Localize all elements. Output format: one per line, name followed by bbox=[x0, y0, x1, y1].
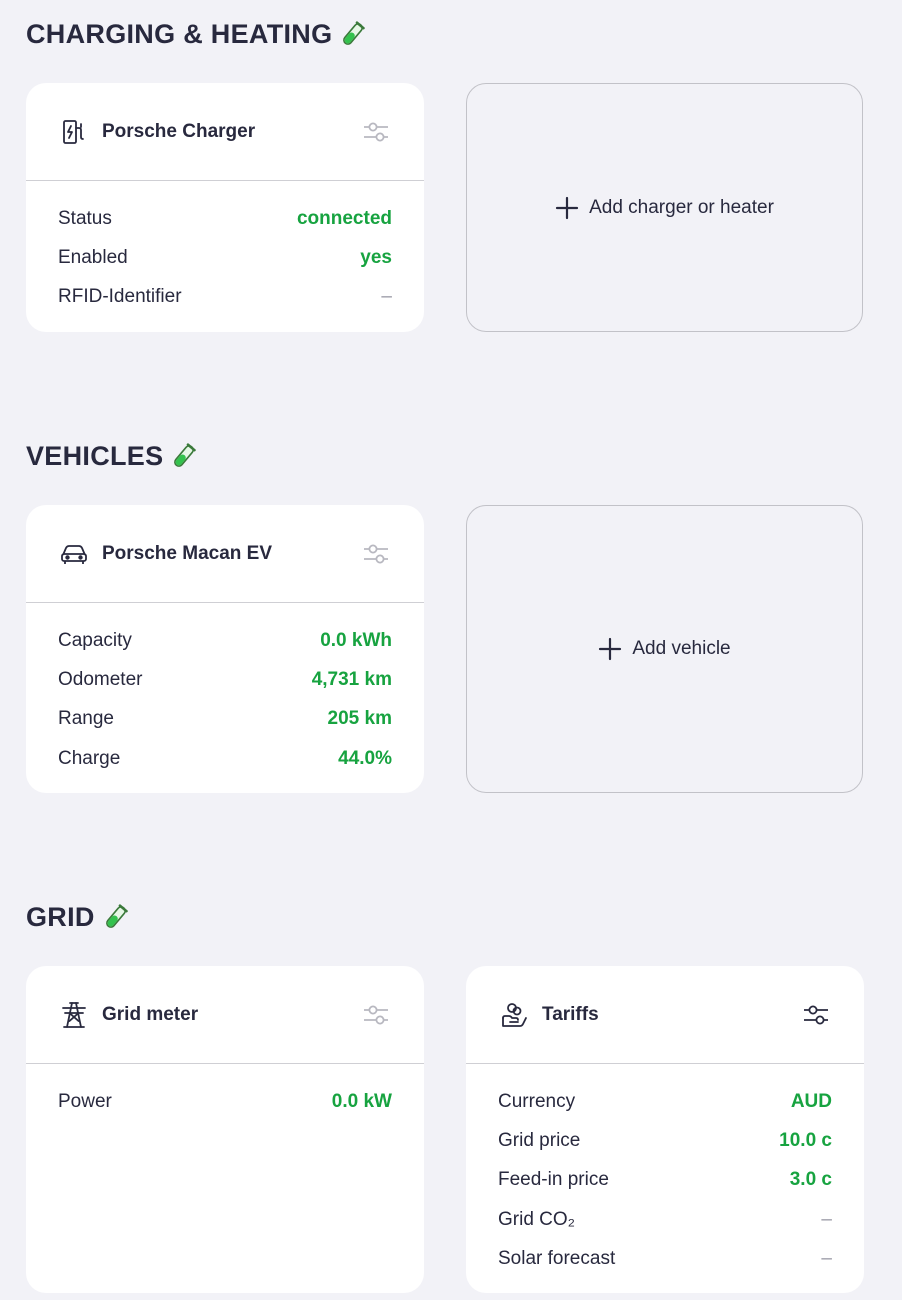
hand-coins-icon bbox=[500, 1001, 528, 1029]
row-label: Grid price bbox=[498, 1129, 581, 1151]
capacity-row: Capacity 0.0 kWh bbox=[58, 621, 392, 660]
card-header: Tariffs bbox=[466, 966, 864, 1064]
vehicle-card: Porsche Macan EV Capacity 0.0 kWh Odomet… bbox=[26, 505, 424, 793]
grid-co2-row: Grid CO₂ – bbox=[498, 1200, 832, 1239]
rfid-row: RFID-Identifier – bbox=[58, 278, 392, 317]
status-row: Status connected bbox=[58, 199, 392, 238]
add-vehicle-button[interactable]: Add vehicle bbox=[466, 505, 863, 793]
row-label: Charge bbox=[58, 747, 121, 769]
row-label: Currency bbox=[498, 1090, 576, 1112]
plus-icon bbox=[555, 196, 579, 219]
card-header: Porsche Charger bbox=[26, 83, 424, 181]
card-header: Porsche Macan EV bbox=[26, 505, 424, 603]
row-label: Feed-in price bbox=[498, 1169, 609, 1191]
row-label: Power bbox=[58, 1090, 112, 1112]
solar-forecast-value: – bbox=[821, 1247, 832, 1269]
enabled-row: Enabled yes bbox=[58, 238, 392, 277]
power-tower-icon bbox=[60, 1001, 88, 1029]
charge-value: 44.0% bbox=[338, 747, 392, 769]
car-icon bbox=[60, 540, 88, 568]
row-label: RFID-Identifier bbox=[58, 286, 182, 308]
sliders-icon bbox=[364, 1005, 388, 1024]
section-title-text: GRID bbox=[26, 901, 95, 932]
tariffs-card: Tariffs Currency AUD Grid price 10.0 c F… bbox=[466, 966, 864, 1293]
add-charger-label: Add charger or heater bbox=[589, 196, 774, 218]
currency-value: AUD bbox=[790, 1090, 832, 1112]
odometer-row: Odometer 4,731 km bbox=[58, 660, 392, 699]
card-title: Tariffs bbox=[542, 1003, 599, 1025]
settings-sliders-button[interactable] bbox=[360, 116, 392, 148]
section-title-text: VEHICLES bbox=[26, 440, 164, 471]
settings-sliders-button[interactable] bbox=[360, 538, 392, 570]
power-row: Power 0.0 kW bbox=[58, 1082, 392, 1121]
rfid-value: – bbox=[381, 286, 392, 308]
charger-icon bbox=[60, 118, 88, 146]
grid-price-value: 10.0 c bbox=[779, 1129, 832, 1151]
range-value: 205 km bbox=[327, 708, 392, 730]
row-label: Solar forecast bbox=[498, 1247, 616, 1269]
currency-row: Currency AUD bbox=[498, 1082, 832, 1121]
plus-icon bbox=[599, 637, 622, 661]
solar-forecast-row: Solar forecast – bbox=[498, 1239, 832, 1278]
section-title-text: CHARGING & HEATING bbox=[26, 18, 333, 49]
feed-in-price-value: 3.0 c bbox=[789, 1169, 832, 1191]
capacity-value: 0.0 kWh bbox=[320, 629, 392, 651]
row-label: Enabled bbox=[58, 246, 128, 268]
test-tube-icon bbox=[343, 21, 366, 45]
row-label: Capacity bbox=[58, 629, 132, 651]
sliders-icon bbox=[364, 544, 388, 563]
test-tube-icon bbox=[174, 443, 197, 467]
add-vehicle-label: Add vehicle bbox=[632, 638, 731, 659]
range-row: Range 205 km bbox=[58, 700, 392, 739]
sliders-icon bbox=[364, 122, 388, 141]
row-label: Status bbox=[58, 207, 112, 229]
grid-co2-value: – bbox=[821, 1208, 832, 1230]
card-title: Porsche Charger bbox=[102, 120, 256, 142]
settings-sliders-button[interactable] bbox=[800, 999, 832, 1031]
feed-in-price-row: Feed-in price 3.0 c bbox=[498, 1161, 832, 1200]
grid-price-row: Grid price 10.0 c bbox=[498, 1121, 832, 1160]
row-label: Grid CO₂ bbox=[498, 1208, 576, 1230]
power-value: 0.0 kW bbox=[331, 1090, 392, 1112]
card-title: Grid meter bbox=[102, 1003, 199, 1025]
section-title-vehicles: VEHICLES bbox=[26, 442, 197, 470]
section-title-charging: CHARGING & HEATING bbox=[26, 20, 366, 48]
card-header: Grid meter bbox=[26, 966, 424, 1064]
test-tube-icon bbox=[105, 904, 128, 928]
row-label: Odometer bbox=[58, 668, 143, 690]
settings-sliders-button[interactable] bbox=[360, 999, 392, 1031]
status-value: connected bbox=[296, 207, 392, 229]
grid-meter-card: Grid meter Power 0.0 kW bbox=[26, 966, 424, 1293]
charge-row: Charge 44.0% bbox=[58, 739, 392, 778]
charger-card: Porsche Charger Status connected Enabled… bbox=[26, 83, 424, 332]
odometer-value: 4,731 km bbox=[311, 668, 392, 690]
add-charger-button[interactable]: Add charger or heater bbox=[466, 83, 863, 332]
row-label: Range bbox=[58, 708, 114, 730]
card-title: Porsche Macan EV bbox=[102, 542, 273, 564]
sliders-icon bbox=[804, 1005, 828, 1024]
section-title-grid: GRID bbox=[26, 903, 129, 931]
enabled-value: yes bbox=[360, 246, 392, 268]
